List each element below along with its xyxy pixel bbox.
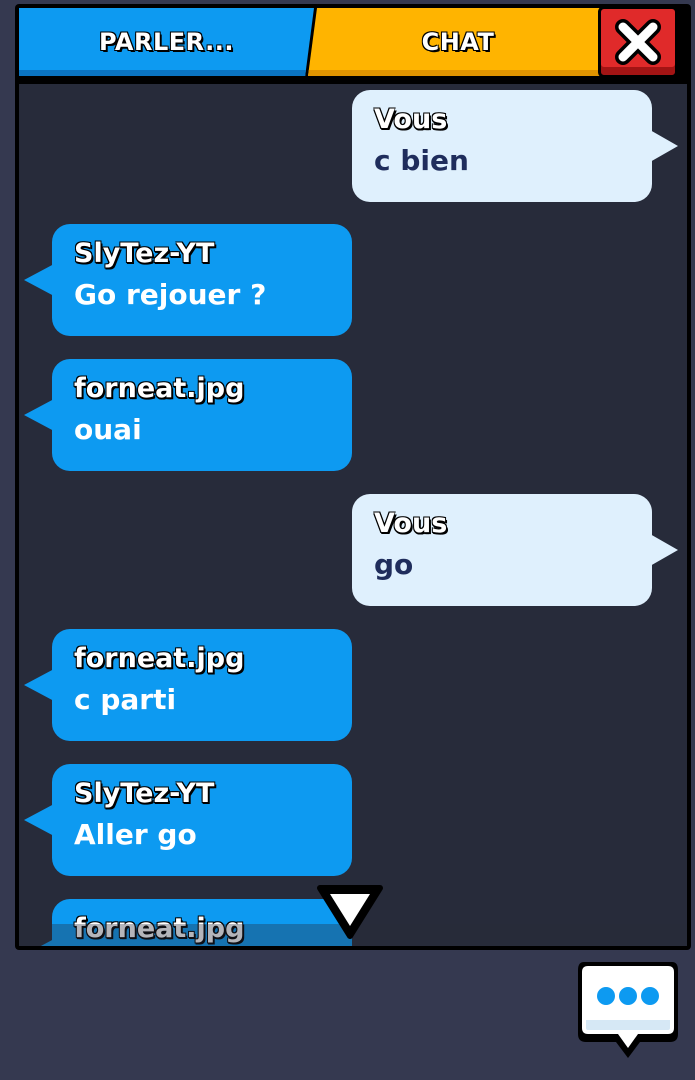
- message-sender: Vous: [374, 508, 448, 539]
- close-icon: [615, 19, 661, 65]
- message-text: Aller go: [74, 818, 197, 851]
- message-sender: forneat.jpg: [74, 373, 245, 404]
- message-sender: SlyTez-YT: [74, 238, 215, 269]
- scroll-down-button[interactable]: [316, 884, 384, 940]
- message-bubble: SlyTez-YT Go rejouer ?: [24, 224, 352, 336]
- message-bubble: Vous c bien: [352, 90, 678, 202]
- triangle-down-icon: [317, 885, 383, 939]
- tab-chat[interactable]: CHAT: [308, 8, 608, 76]
- message-sender: forneat.jpg: [74, 643, 245, 674]
- tab-speak[interactable]: PARLER...: [19, 8, 314, 76]
- message-sender: Vous: [374, 104, 448, 135]
- message-text: c bien: [374, 144, 469, 177]
- message-bubble: forneat.jpg c parti: [24, 629, 352, 741]
- chat-bubble-dots-icon: [578, 962, 678, 1058]
- message-bubble: Vous go: [352, 494, 678, 606]
- chat-messages[interactable]: Vous c bien SlyTez-YT Go rejouer ? forne…: [19, 84, 687, 946]
- tab-speak-label: PARLER...: [99, 28, 234, 56]
- open-chat-button[interactable]: [576, 958, 680, 1066]
- message-text: c parti: [74, 683, 177, 716]
- message-bubble: forneat.jpg ouai: [24, 359, 352, 471]
- message-sender: SlyTez-YT: [74, 778, 215, 809]
- message-text: ouai: [74, 413, 142, 446]
- close-button[interactable]: [598, 6, 678, 78]
- tab-chat-label: CHAT: [421, 28, 495, 56]
- message-text: Go rejouer ?: [74, 278, 267, 311]
- message-bubble: SlyTez-YT Aller go: [24, 764, 352, 876]
- message-text: go: [374, 548, 414, 581]
